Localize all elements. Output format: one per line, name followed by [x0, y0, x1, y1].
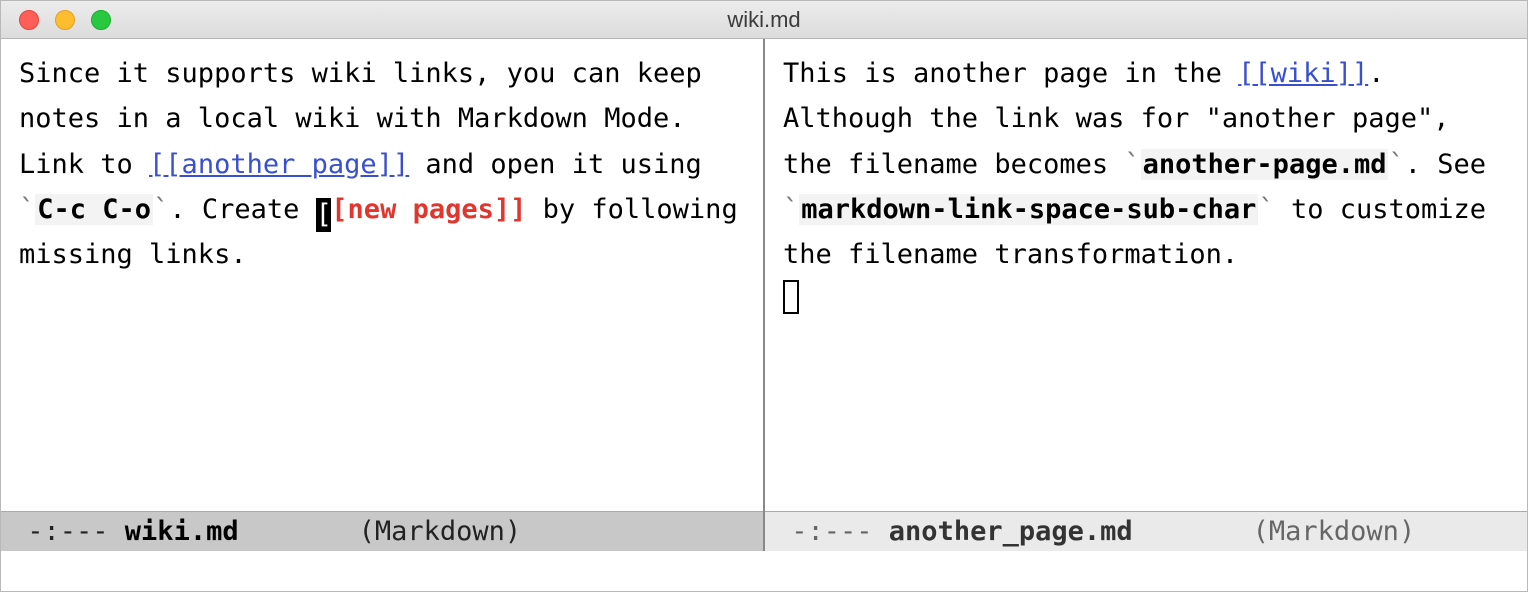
text: and open it using	[409, 149, 702, 180]
window-controls	[1, 10, 111, 30]
modeline-major-mode: (Markdown)	[1253, 516, 1416, 547]
split-panes: Since it supports wiki links, you can ke…	[1, 39, 1527, 551]
inline-code: another-page.md	[1141, 149, 1389, 180]
text: This is another page in the	[783, 58, 1238, 89]
left-pane: Since it supports wiki links, you can ke…	[1, 39, 763, 551]
left-buffer[interactable]: Since it supports wiki links, you can ke…	[1, 39, 763, 511]
window-title: wiki.md	[1, 7, 1527, 33]
backtick: `	[19, 194, 35, 225]
wiki-link-another-page[interactable]: [[another page]]	[149, 149, 409, 180]
modeline-left[interactable]: -:--- wiki.md (Markdown)	[1, 511, 763, 551]
wiki-link-missing[interactable]: [new pages]]	[331, 194, 526, 225]
text: . Create	[169, 194, 315, 225]
text-cursor: [	[316, 198, 332, 232]
text: . See	[1405, 149, 1486, 180]
modeline-status: -:---	[11, 516, 125, 547]
minimize-icon[interactable]	[55, 10, 75, 30]
wiki-link-wiki[interactable]: [[wiki]]	[1238, 58, 1368, 89]
backtick: `	[1124, 149, 1140, 180]
titlebar[interactable]: wiki.md	[1, 1, 1527, 39]
inline-code: markdown-link-space-sub-char	[799, 194, 1258, 225]
inactive-cursor-icon	[783, 280, 799, 314]
right-buffer[interactable]: This is another page in the [[wiki]]. Al…	[765, 39, 1527, 511]
modeline-filename: wiki.md	[125, 516, 239, 547]
modeline-status: -:---	[775, 516, 889, 547]
backtick: `	[1258, 194, 1274, 225]
modeline-major-mode: (Markdown)	[359, 516, 522, 547]
modeline-filename: another_page.md	[889, 516, 1133, 547]
minibuffer[interactable]	[1, 551, 1527, 591]
right-pane: This is another page in the [[wiki]]. Al…	[765, 39, 1527, 551]
inline-code: C-c C-o	[35, 194, 153, 225]
backtick: `	[153, 194, 169, 225]
modeline-right[interactable]: -:--- another_page.md (Markdown)	[765, 511, 1527, 551]
backtick: `	[1388, 149, 1404, 180]
backtick: `	[783, 194, 799, 225]
close-icon[interactable]	[19, 10, 39, 30]
editor-window: wiki.md Since it supports wiki links, yo…	[0, 0, 1528, 592]
zoom-icon[interactable]	[91, 10, 111, 30]
